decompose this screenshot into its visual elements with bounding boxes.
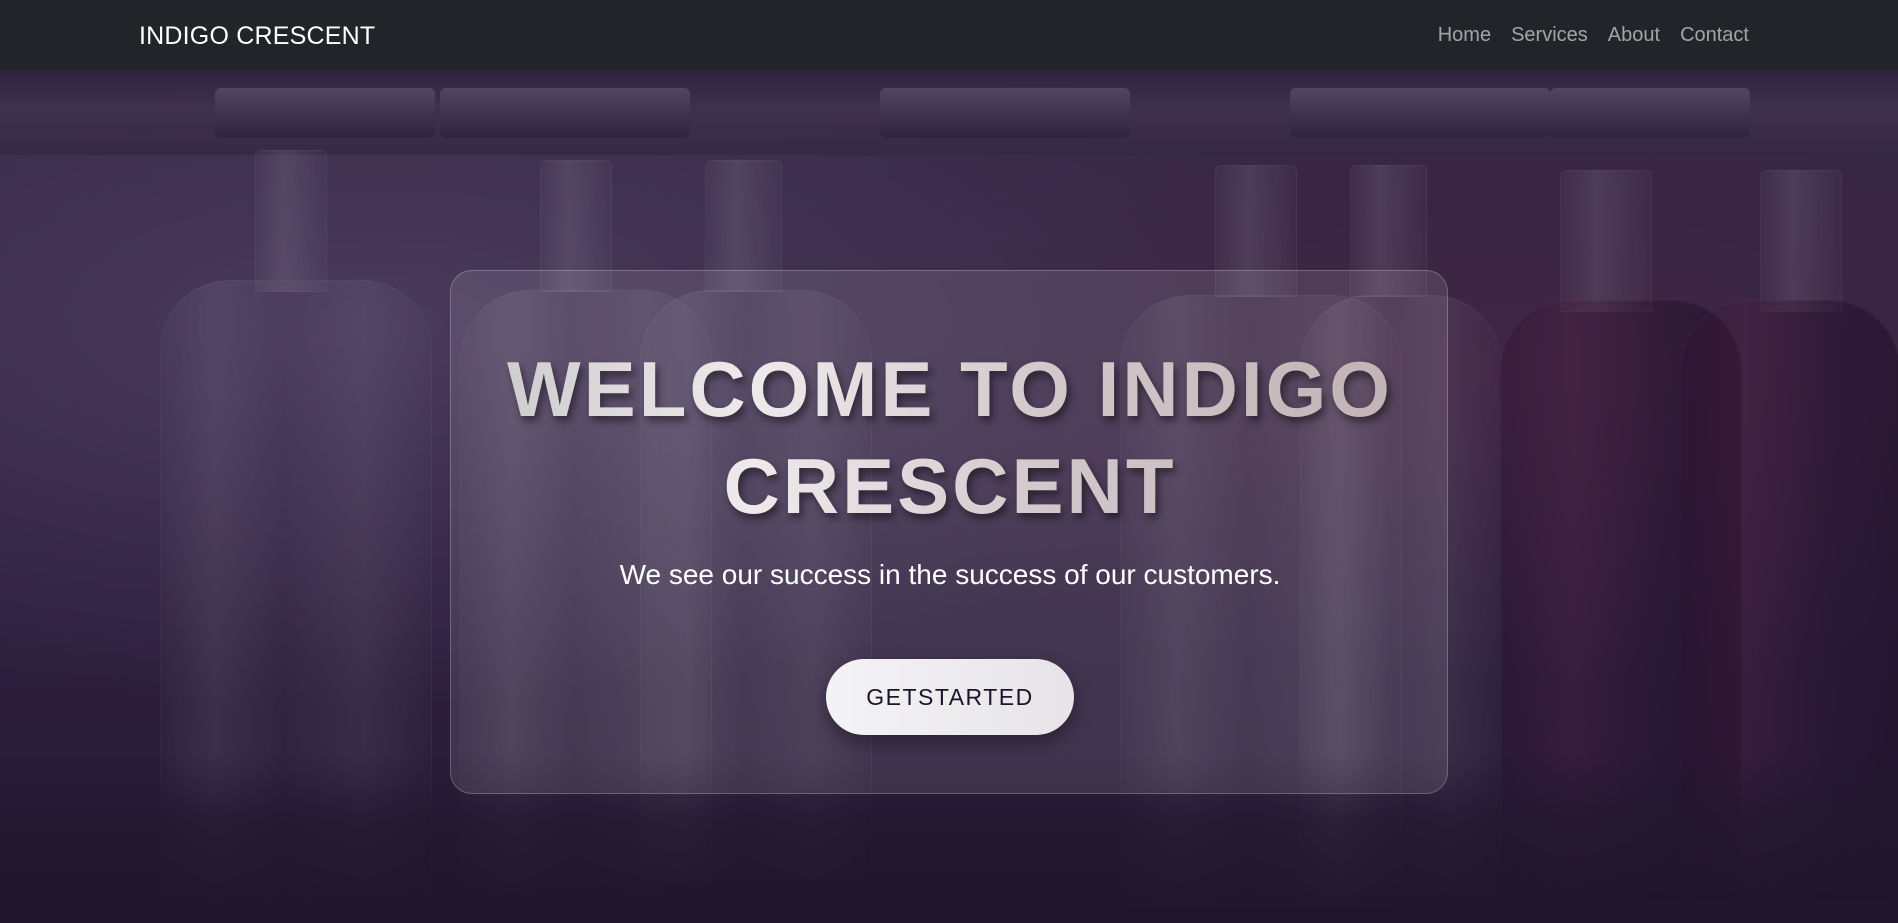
nav-link-home[interactable]: Home: [1438, 0, 1491, 71]
brand-logo-link[interactable]: INDIGO CRESCENT: [139, 0, 375, 70]
hero-subtitle: We see our success in the success of our…: [619, 559, 1281, 590]
top-navbar: INDIGO CRESCENT Home Services About Cont…: [0, 0, 1898, 70]
hero-card: WELCOME TO INDIGO CRESCENT We see our su…: [450, 270, 1448, 794]
hero-title: WELCOME TO INDIGO CRESCENT: [451, 341, 1449, 535]
nav-links: Home Services About Contact: [1438, 0, 1749, 70]
nav-link-about[interactable]: About: [1608, 0, 1660, 71]
nav-link-services[interactable]: Services: [1511, 0, 1588, 71]
hero-section: WELCOME TO INDIGO CRESCENT We see our su…: [0, 70, 1898, 923]
hero-title-line-1: WELCOME TO INDIGO: [507, 345, 1393, 433]
nav-link-contact[interactable]: Contact: [1680, 0, 1749, 71]
get-started-button[interactable]: GETSTARTED: [826, 659, 1074, 735]
hero-title-line-2: CRESCENT: [723, 442, 1177, 530]
